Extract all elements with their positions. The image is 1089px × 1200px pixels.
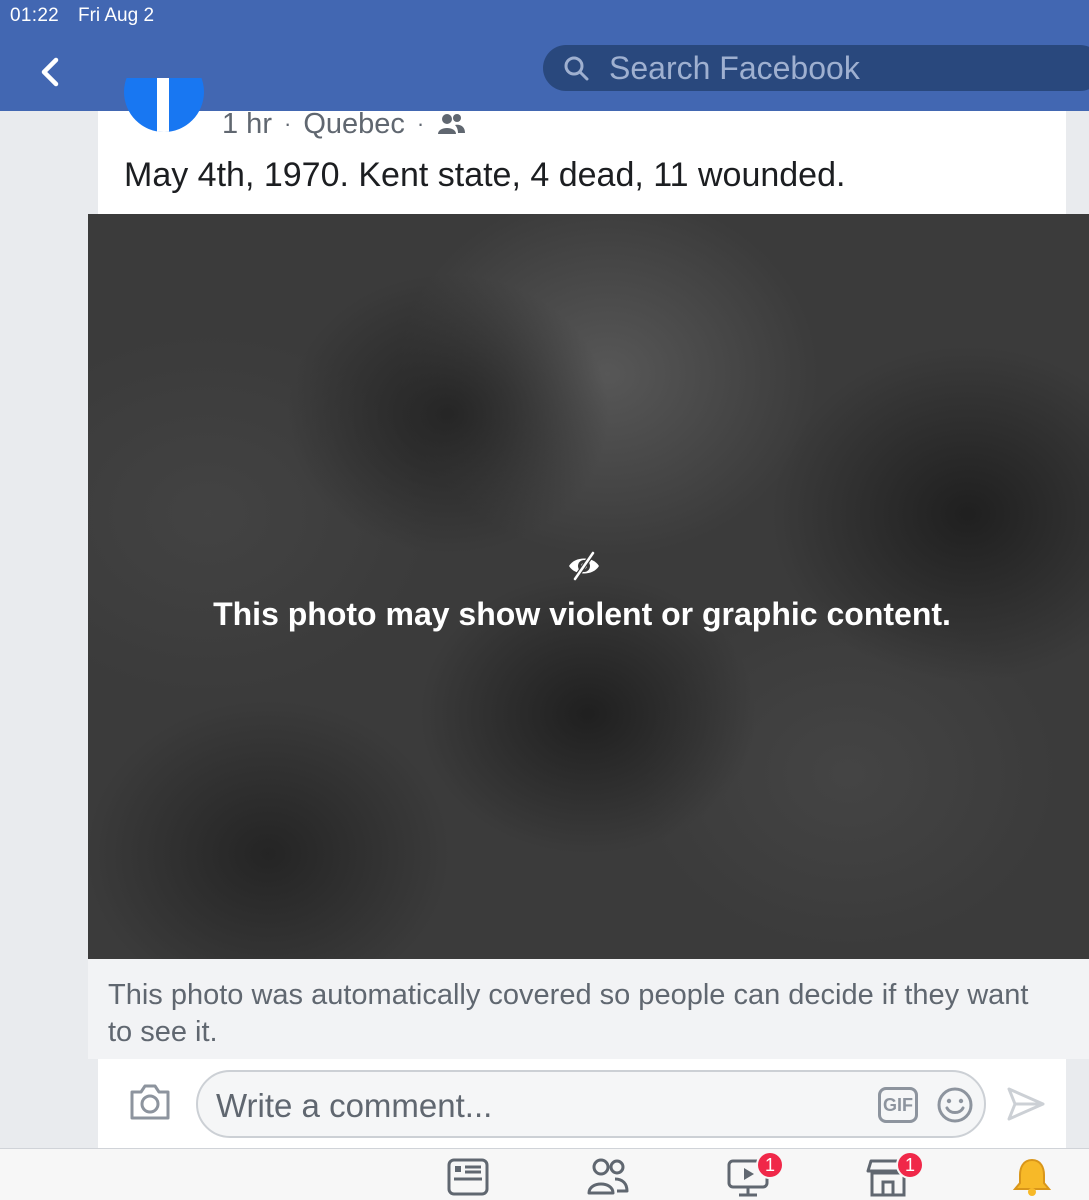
tab-news-feed[interactable] xyxy=(446,1157,490,1200)
meta-separator: · xyxy=(283,111,292,136)
comment-input[interactable]: Write a comment... GIF xyxy=(196,1070,986,1138)
search-placeholder: Search Facebook xyxy=(609,49,860,86)
camera-button[interactable] xyxy=(128,1082,172,1126)
post-time[interactable]: 1 hr xyxy=(222,108,272,141)
news-feed-icon xyxy=(447,1158,489,1196)
search-input[interactable]: Search Facebook xyxy=(543,45,1089,91)
tab-marketplace[interactable]: 1 xyxy=(866,1151,924,1200)
camera-icon xyxy=(130,1084,170,1120)
tab-watch[interactable]: 1 xyxy=(726,1151,784,1200)
tab-notifications[interactable] xyxy=(1010,1157,1054,1200)
notifications-icon xyxy=(1012,1158,1052,1196)
photo-caption: This photo was automatically covered so … xyxy=(108,979,1029,1048)
comment-placeholder: Write a comment... xyxy=(216,1087,493,1124)
post-location[interactable]: Quebec xyxy=(303,108,405,141)
search-icon xyxy=(563,55,589,81)
avatar[interactable] xyxy=(124,78,204,134)
post-meta: 1 hr · Quebec · xyxy=(222,104,466,144)
status-time: 01:22 xyxy=(10,5,60,26)
send-icon xyxy=(1007,1087,1045,1121)
gif-button[interactable]: GIF xyxy=(878,1087,918,1123)
meta-separator: · xyxy=(416,111,425,136)
watch-badge: 1 xyxy=(756,1151,784,1179)
tab-bar: 1 1 xyxy=(0,1148,1089,1200)
send-button[interactable] xyxy=(1006,1084,1046,1124)
chevron-left-icon xyxy=(41,57,59,87)
graphic-content-warning: This photo may show violent or graphic c… xyxy=(213,596,951,632)
photo-caption-box: This photo was automatically covered so … xyxy=(88,959,1089,1059)
status-date: Fri Aug 2 xyxy=(78,5,155,26)
post-text: May 4th, 1970. Kent state, 4 dead, 11 wo… xyxy=(124,156,846,194)
marketplace-badge: 1 xyxy=(896,1151,924,1179)
back-button[interactable] xyxy=(30,50,70,94)
friends-icon xyxy=(438,114,466,134)
comment-bar: Write a comment... GIF xyxy=(98,1060,1066,1148)
emoji-button[interactable] xyxy=(936,1086,974,1124)
covered-photo[interactable]: This photo may show violent or graphic c… xyxy=(88,214,1089,959)
tab-friends[interactable] xyxy=(586,1157,630,1200)
eye-slash-icon xyxy=(566,548,602,584)
emoji-icon xyxy=(937,1087,973,1123)
friends-icon xyxy=(587,1158,629,1195)
gif-icon: GIF xyxy=(883,1094,913,1115)
